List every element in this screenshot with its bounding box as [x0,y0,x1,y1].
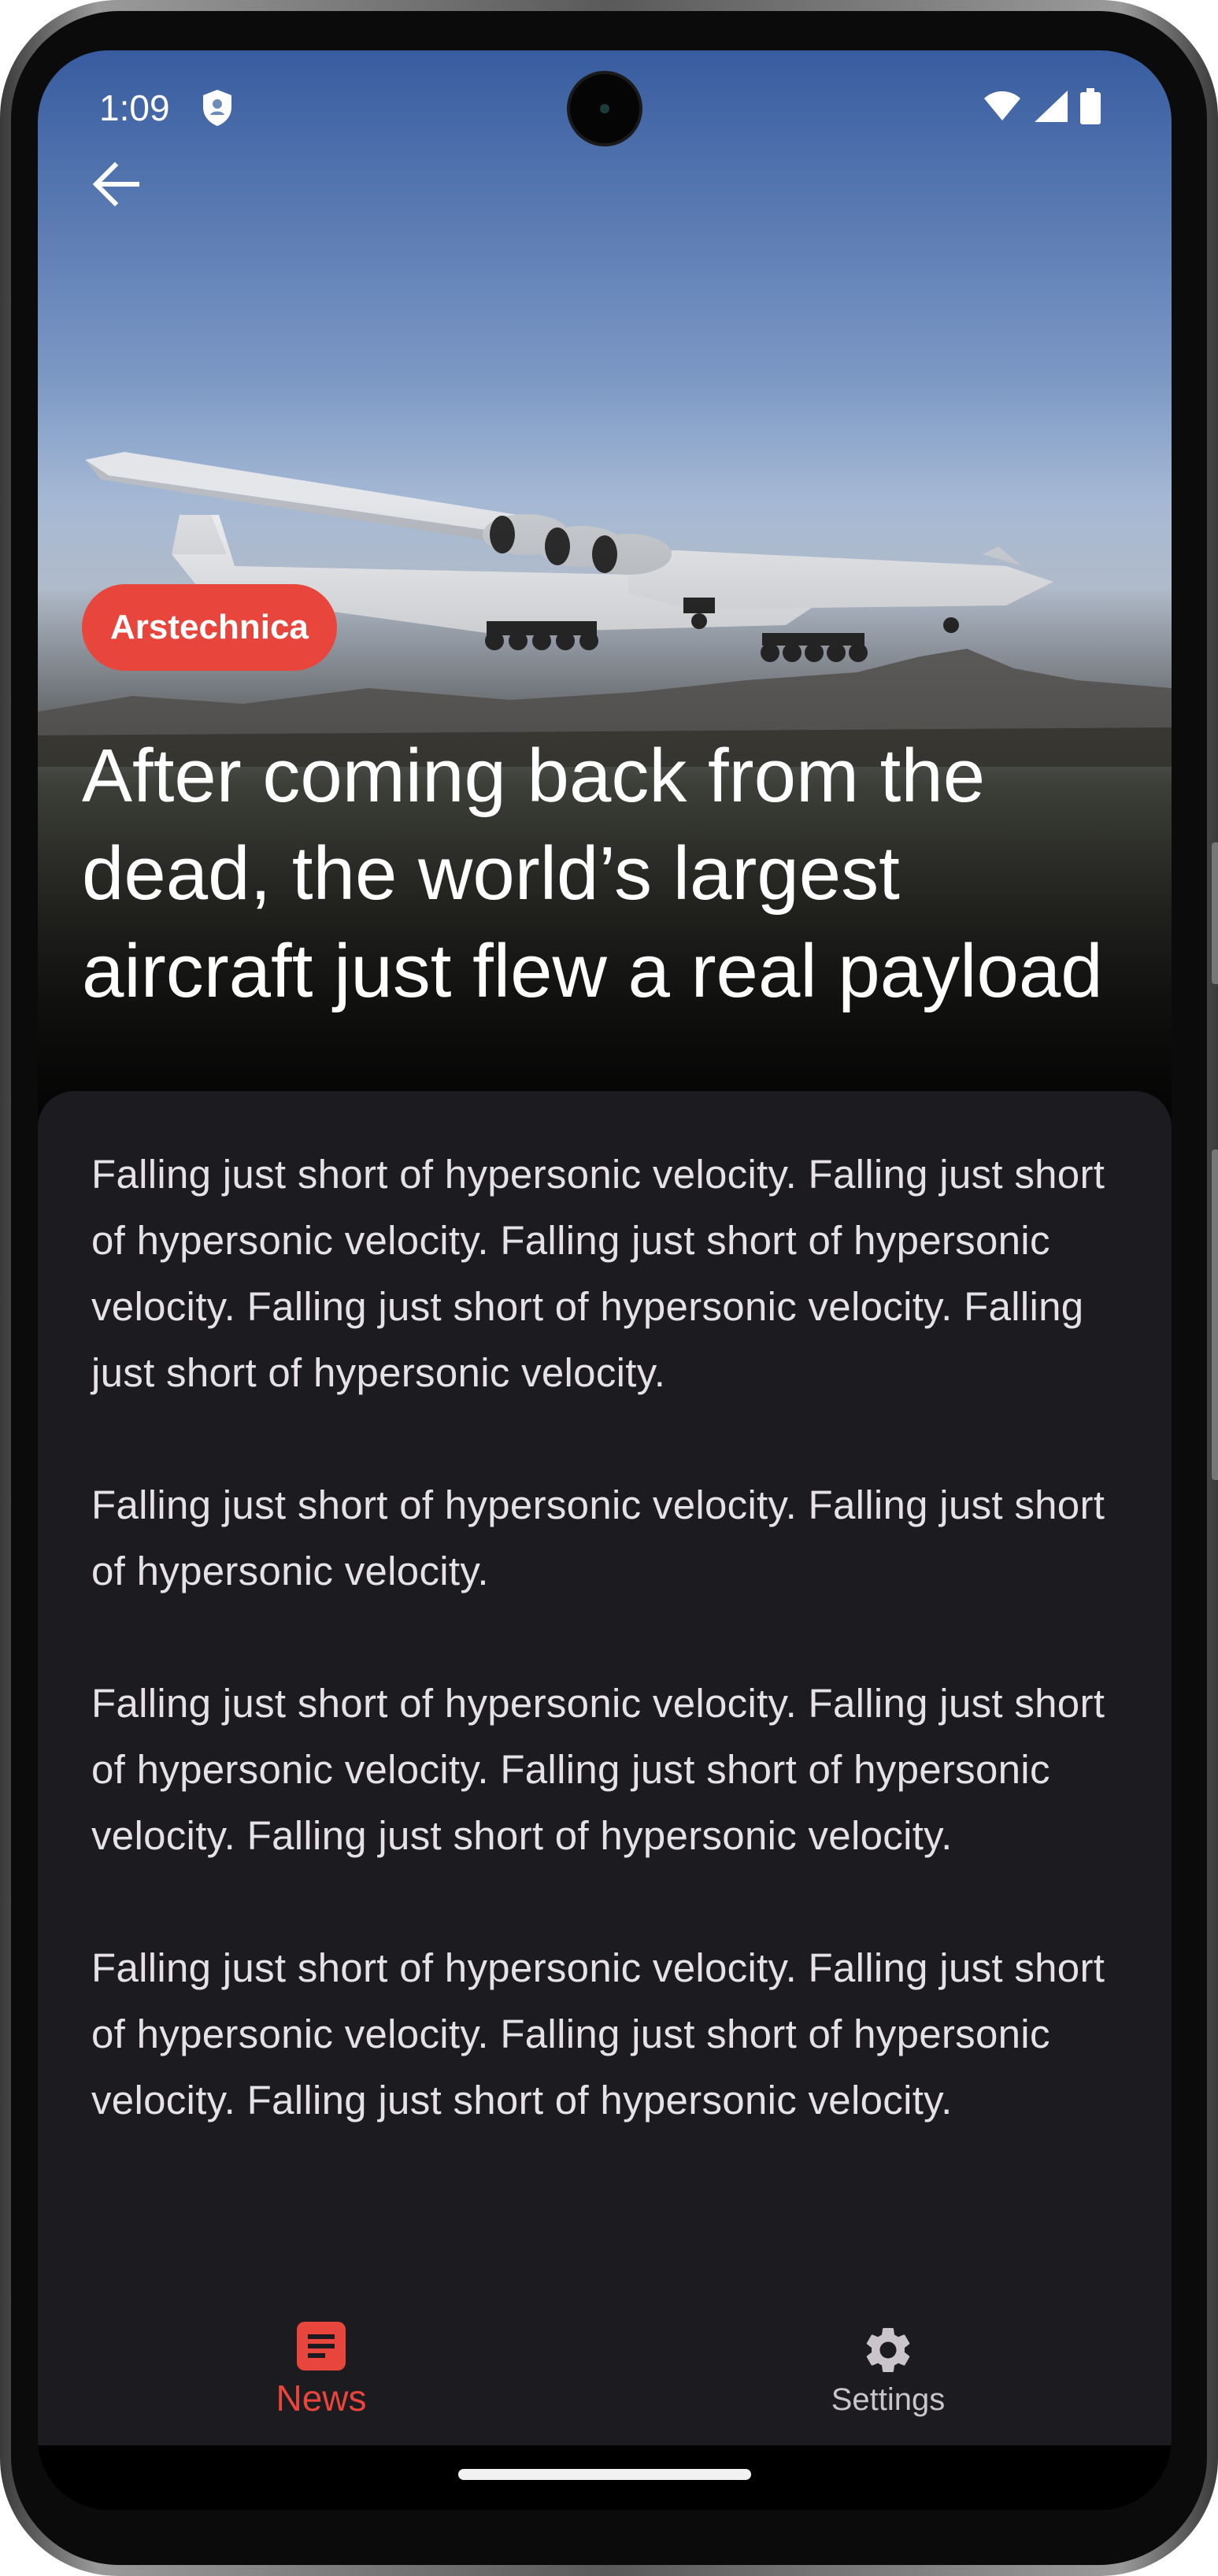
article-title: After coming back from the dead, the wor… [82,734,1103,1013]
power-button [1212,1149,1218,1480]
nav-label-news: News [276,2378,367,2419]
screen: 1:09 Arstechnica After coming back from … [38,50,1172,2510]
article-paragraph: Falling just short of hypersonic velocit… [91,1152,1105,1395]
shield-icon [203,90,231,126]
article-paragraph: Falling just short of hypersonic velocit… [91,1482,1105,1593]
cellular-signal-icon [1035,91,1068,122]
bottom-navigation: News Settings [38,2294,1172,2445]
front-camera [570,74,639,143]
article-paragraph: Falling just short of hypersonic velocit… [91,1945,1105,2123]
arrow-left-icon [93,162,139,206]
status-time: 1:09 [99,87,170,128]
article-body: Falling just short of hypersonic velocit… [38,1091,1172,2134]
volume-button [1212,842,1218,984]
article-hero-image: 1:09 Arstechnica After coming back from … [38,50,1172,1168]
source-badge[interactable]: Arstechnica [82,584,337,671]
status-icons [983,87,1101,126]
battery-icon [1080,88,1101,124]
nav-item-news[interactable]: News [38,2294,605,2445]
article-paragraph: Falling just short of hypersonic velocit… [91,1681,1105,1858]
nav-label-settings: Settings [831,2382,946,2417]
gesture-navigation-area [38,2445,1172,2510]
wifi-icon [984,91,1020,120]
newspaper-icon [297,2322,346,2371]
article-body-card: Falling just short of hypersonic velocit… [38,1091,1172,2367]
back-button[interactable] [77,145,156,224]
gear-icon [866,2327,910,2372]
nav-item-settings[interactable]: Settings [605,2294,1172,2445]
home-gesture-bar[interactable] [458,2469,751,2480]
phone-frame: 1:09 Arstechnica After coming back from … [0,0,1218,2576]
